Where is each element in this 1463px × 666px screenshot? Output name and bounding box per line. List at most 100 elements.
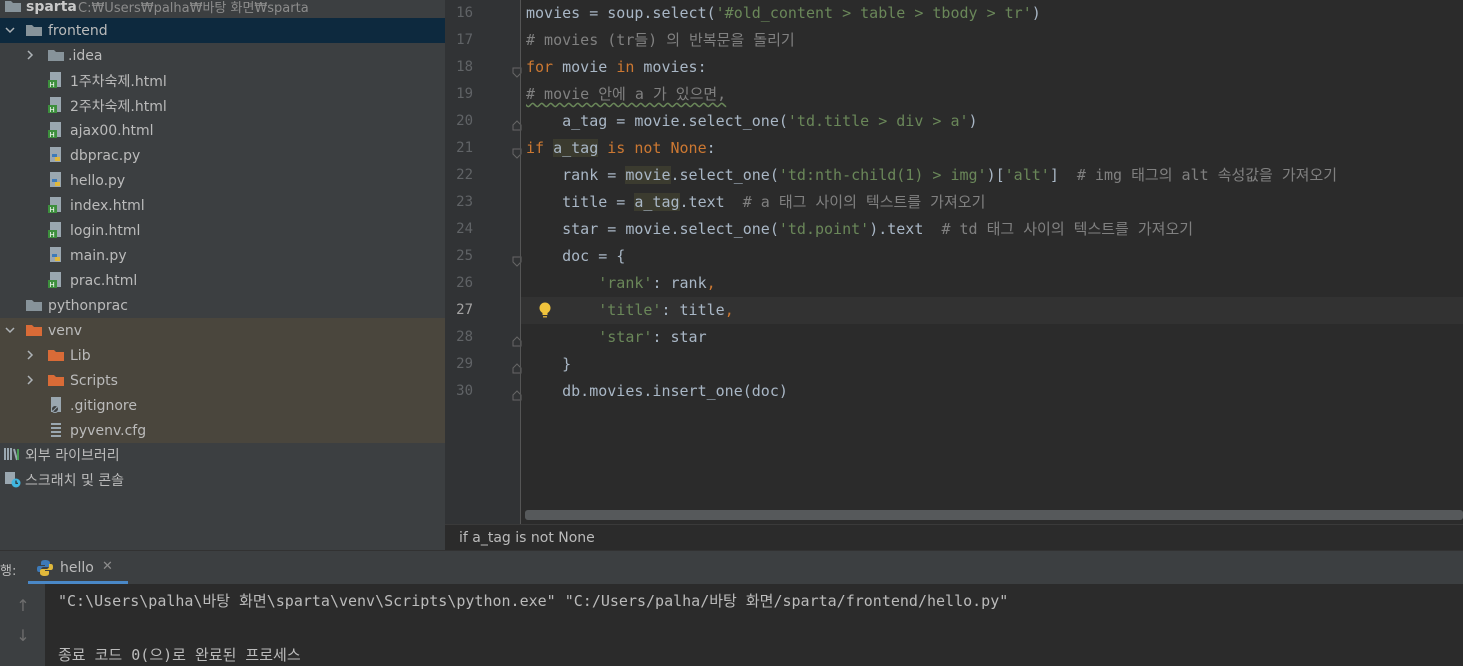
code-line[interactable]: # movie 안에 a 가 있으면, (521, 81, 1463, 108)
lightbulb-icon[interactable] (537, 301, 553, 319)
tree-item-label: index.html (70, 197, 145, 214)
tree-item-file[interactable]: H ajax00.html (0, 118, 445, 143)
html-file-icon: H (47, 121, 65, 139)
tree-item-label: .gitignore (70, 397, 137, 414)
svg-text:H: H (50, 106, 55, 114)
line-number: 17 (456, 32, 473, 48)
tree-item-pyvenv-cfg[interactable]: pyvenv.cfg (0, 418, 445, 443)
tree-item-file[interactable]: main.py (0, 243, 445, 268)
html-file-icon: H (47, 221, 65, 239)
run-tool-window-header: 행: hello ✕ (0, 550, 1463, 585)
tree-item-label: dbprac.py (70, 147, 141, 164)
line-number: 22 (456, 167, 473, 183)
project-tool-window: sparta C:₩Users₩palha₩바탕 화면₩sparta front… (0, 0, 445, 550)
tree-item-scripts[interactable]: Scripts (0, 368, 445, 393)
run-panel-title: 행: (0, 564, 17, 579)
run-tab-label: hello (60, 560, 94, 576)
code-line[interactable]: if a_tag is not None: (521, 135, 1463, 162)
excluded-folder-icon (47, 346, 65, 364)
excluded-folder-icon (47, 371, 65, 389)
tree-item-label: pythonprac (48, 297, 128, 314)
chevron-right-icon[interactable] (25, 50, 35, 60)
tree-item-pythonprac[interactable]: pythonprac (0, 293, 445, 318)
tree-item-file[interactable]: H 1주차숙제.html (0, 68, 445, 93)
scrollbar-thumb[interactable] (525, 510, 1463, 520)
chevron-right-icon[interactable] (25, 375, 35, 385)
python-file-icon (47, 146, 65, 164)
svg-text:H: H (50, 231, 55, 239)
scratches-icon (3, 470, 21, 488)
tree-item-venv[interactable]: venv (0, 318, 445, 343)
svg-text:H: H (50, 81, 55, 89)
code-line[interactable]: 'rank': rank, (521, 270, 1463, 297)
tree-item-label: 스크래치 및 콘솔 (25, 472, 125, 489)
close-icon[interactable]: ✕ (102, 559, 113, 574)
code-line[interactable]: rank = movie.select_one('td:nth-child(1)… (521, 162, 1463, 189)
code-line-current[interactable]: 'title': title, (521, 297, 1463, 324)
folder-icon (47, 46, 65, 64)
code-line[interactable]: title = a_tag.text # a 태그 사이의 텍스트를 가져오기 (521, 189, 1463, 216)
tree-item-label: prac.html (70, 272, 138, 289)
breadcrumb-item[interactable]: if a_tag is not None (459, 530, 595, 546)
tree-item-label: 외부 라이브러리 (25, 447, 120, 464)
tree-root-sparta[interactable]: sparta C:₩Users₩palha₩바탕 화면₩sparta (0, 0, 445, 19)
tree-item-label: hello.py (70, 172, 126, 189)
tree-item-label: 2주차숙제.html (70, 98, 167, 115)
line-number: 18 (445, 54, 522, 81)
tree-item-frontend[interactable]: frontend (0, 18, 445, 43)
line-number: 28 (445, 324, 522, 351)
tree-item-label: venv (48, 322, 83, 339)
horizontal-scrollbar[interactable] (525, 510, 1463, 520)
arrow-down-icon[interactable]: ↓ (14, 626, 32, 645)
html-file-icon: H (47, 71, 65, 89)
tree-item-file[interactable]: H 2주차숙제.html (0, 93, 445, 118)
svg-text:H: H (50, 131, 55, 139)
line-number: 30 (445, 378, 522, 405)
tree-item-file[interactable]: H login.html (0, 218, 445, 243)
line-number: 27 (456, 302, 473, 318)
tree-item-external-libraries[interactable]: 외부 라이브러리 (0, 442, 445, 467)
tree-item-file[interactable]: hello.py (0, 168, 445, 193)
python-icon (36, 559, 54, 577)
line-number: 16 (456, 5, 473, 21)
chevron-right-icon[interactable] (25, 350, 35, 360)
line-number: 25 (445, 243, 522, 270)
excluded-folder-icon (25, 321, 43, 339)
ignore-file-icon (47, 396, 65, 414)
tree-item-scratches[interactable]: 스크래치 및 콘솔 (0, 467, 445, 492)
line-number: 23 (456, 194, 473, 210)
console-output-line: 종료 코드 0(으)로 완료된 프로세스 (58, 646, 301, 664)
code-editor[interactable]: 16 17 18 19 20 21 22 23 24 25 26 27 28 2… (445, 0, 1463, 524)
line-number: 24 (456, 221, 473, 237)
svg-text:H: H (50, 206, 55, 214)
line-number: 20 (445, 108, 522, 135)
run-tab-hello[interactable]: hello ✕ (28, 551, 128, 585)
chevron-down-icon[interactable] (5, 25, 15, 35)
run-console[interactable]: ↑ ↓ "C:\Users\palha\바탕 화면\sparta\venv\Sc… (0, 584, 1463, 666)
tree-item-idea[interactable]: .idea (0, 43, 445, 68)
code-line[interactable]: 'star': star (521, 324, 1463, 351)
chevron-down-icon[interactable] (5, 325, 15, 335)
code-line[interactable]: for movie in movies: (521, 54, 1463, 81)
python-file-icon (47, 246, 65, 264)
code-line[interactable]: # movies (tr들) 의 반복문을 돌리기 (521, 27, 1463, 54)
html-file-icon: H (47, 96, 65, 114)
tree-item-file[interactable]: H index.html (0, 193, 445, 218)
breadcrumb[interactable]: if a_tag is not None (445, 524, 1463, 550)
line-number: 21 (445, 135, 522, 162)
code-line[interactable]: db.movies.insert_one(doc) (521, 378, 1463, 405)
code-line[interactable]: a_tag = movie.select_one('td.title > div… (521, 108, 1463, 135)
arrow-up-icon[interactable]: ↑ (14, 596, 32, 615)
code-line[interactable]: doc = { (521, 243, 1463, 270)
console-toolbar: ↑ ↓ (0, 584, 45, 666)
tree-item-gitignore[interactable]: .gitignore (0, 393, 445, 418)
tree-item-file[interactable]: H prac.html (0, 268, 445, 293)
tree-item-label: ajax00.html (70, 122, 154, 139)
line-number: 19 (456, 86, 473, 102)
tree-item-lib[interactable]: Lib (0, 343, 445, 368)
tree-root-path: C:₩Users₩palha₩바탕 화면₩sparta (78, 1, 309, 16)
code-line[interactable]: } (521, 351, 1463, 378)
tree-item-file[interactable]: dbprac.py (0, 143, 445, 168)
code-line[interactable]: movies = soup.select('#old_content > tab… (521, 0, 1463, 27)
code-line[interactable]: star = movie.select_one('td.point').text… (521, 216, 1463, 243)
